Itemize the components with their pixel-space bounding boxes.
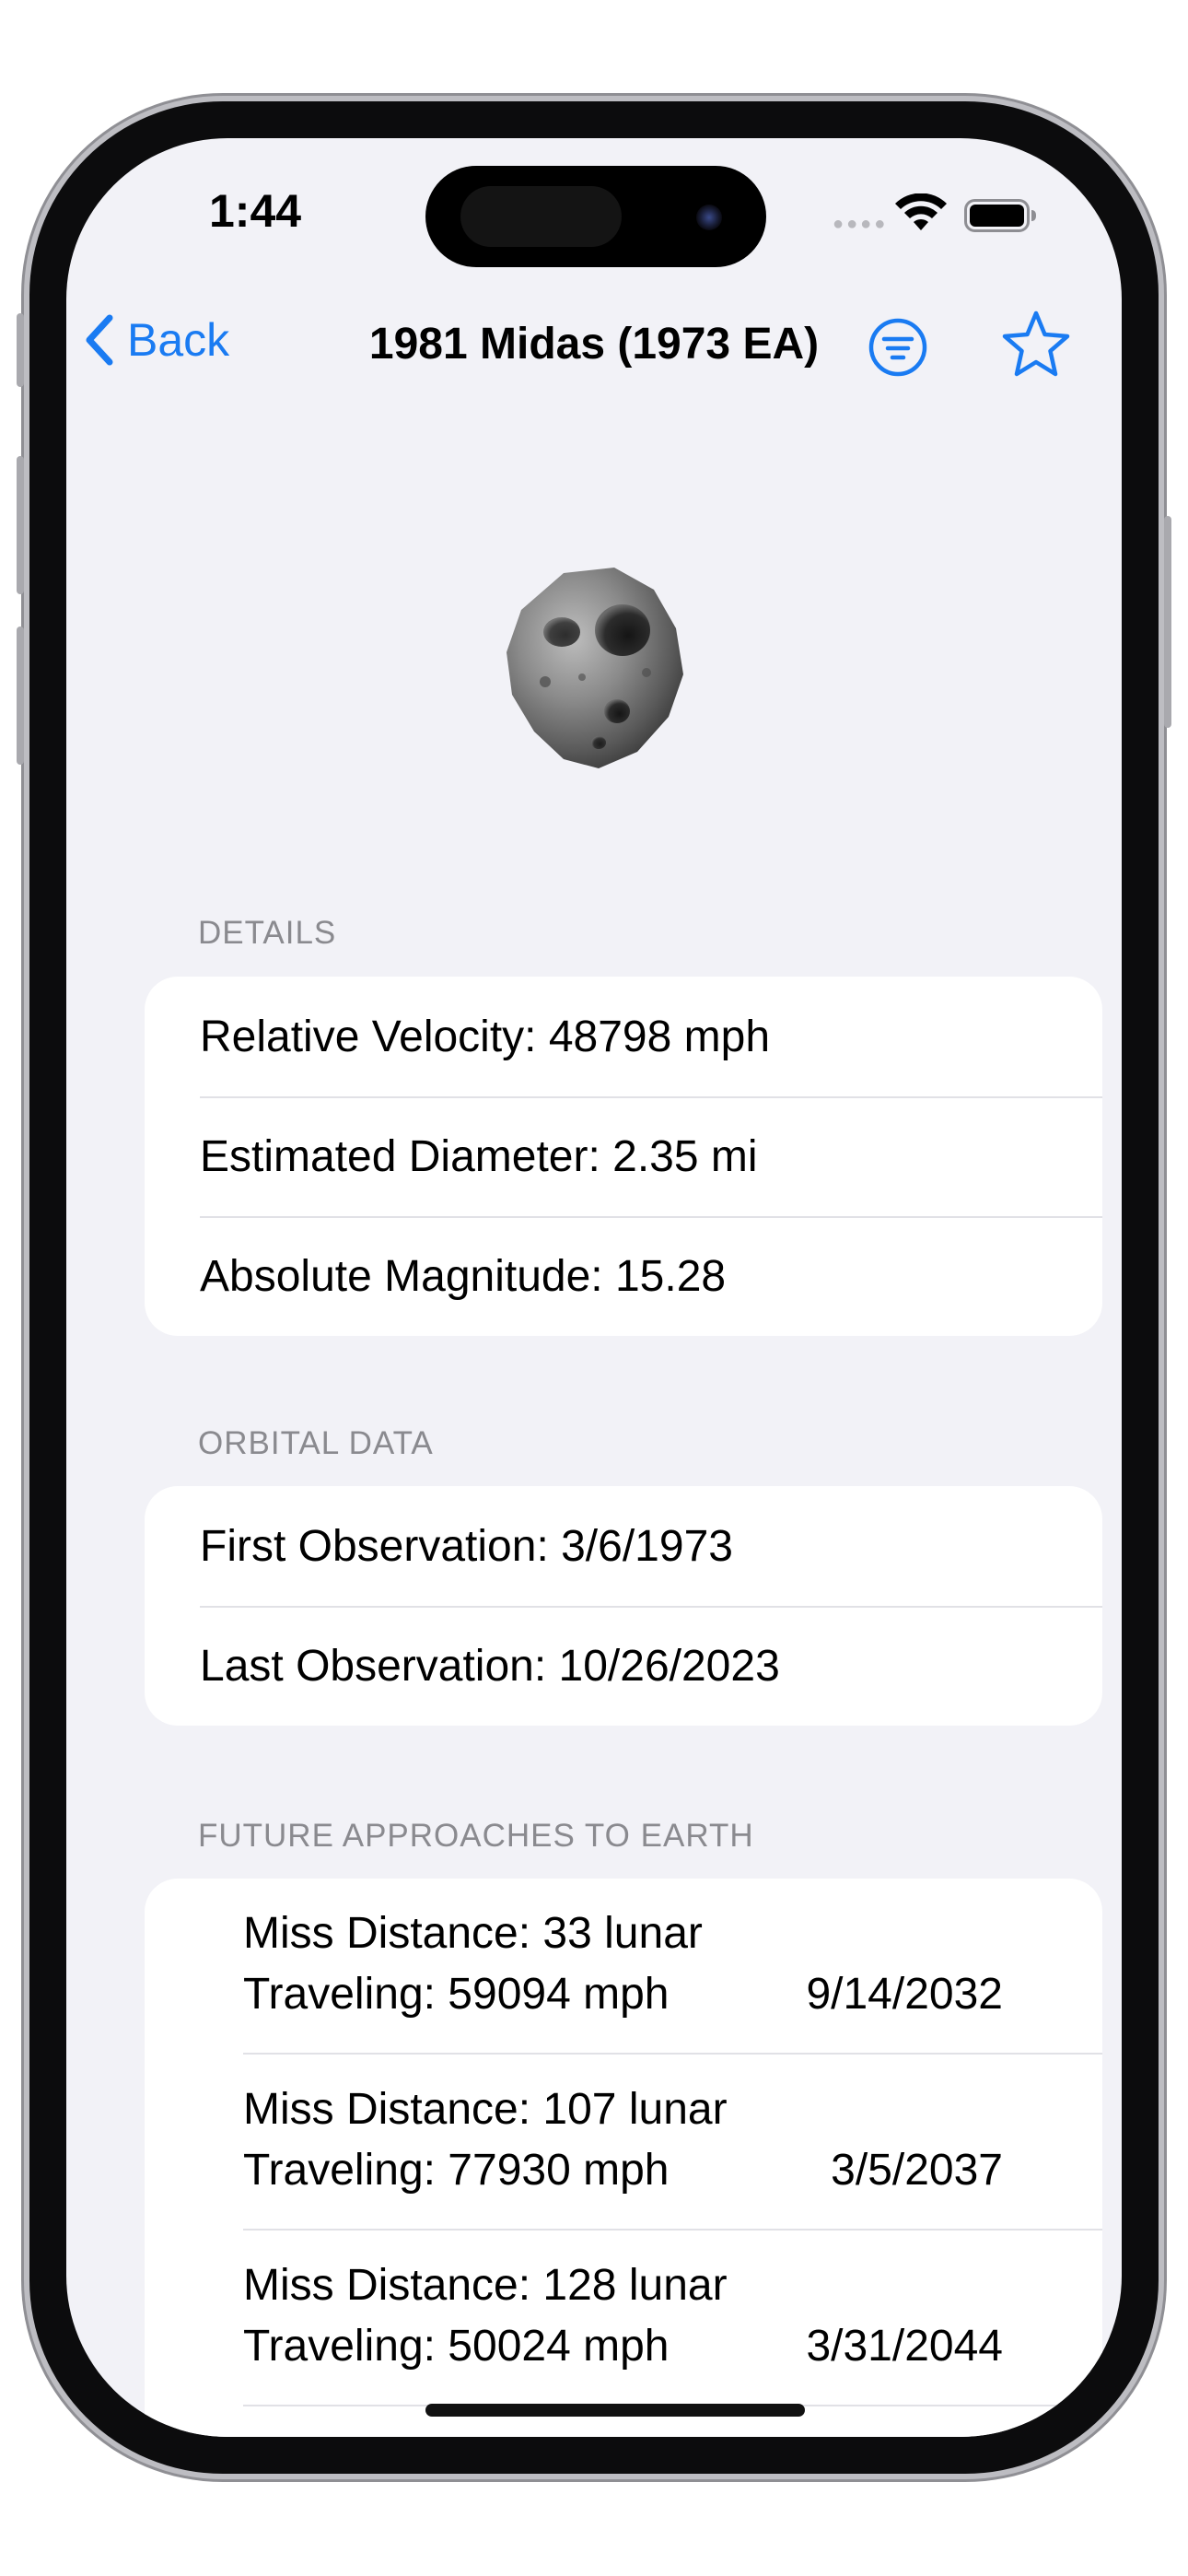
approach-miss-distance: Miss Distance: 33 lunar <box>243 1909 703 1958</box>
approach-list-item[interactable]: Miss Distance: 107 lunar Traveling: 7793… <box>145 2055 1102 2231</box>
detail-row-magnitude: Absolute Magnitude: 15.28 <box>145 1216 1102 1336</box>
approach-miss-distance: Miss Distance: 107 lunar <box>243 2085 728 2134</box>
filter-circle-icon[interactable] <box>868 317 928 378</box>
dynamic-island <box>425 166 766 267</box>
power-button <box>1164 516 1171 728</box>
home-indicator[interactable] <box>425 2404 805 2417</box>
approach-date: 3/5/2037 <box>831 2146 1003 2195</box>
orbital-row-last-observation: Last Observation: 10/26/2023 <box>145 1606 1102 1726</box>
action-button <box>17 313 24 387</box>
orbital-data-group: First Observation: 3/6/1973 Last Observa… <box>145 1486 1102 1726</box>
orbital-data-header: ORBITAL DATA <box>198 1425 434 1461</box>
phone-frame: 1:44 ●●●● Back 1981 Midas (1973 EA) DETA… <box>17 101 1171 2474</box>
approach-speed: Traveling: 59094 mph <box>243 1970 670 2019</box>
status-bar: 1:44 ●●●● <box>66 138 1122 286</box>
approach-speed: Traveling: 50024 mph <box>243 2322 670 2371</box>
details-group: Relative Velocity: 48798 mph Estimated D… <box>145 977 1102 1336</box>
battery-full-icon <box>964 199 1036 232</box>
details-header: DETAILS <box>198 915 337 951</box>
star-outline-icon[interactable] <box>1001 310 1071 378</box>
approach-speed: Traveling: 77930 mph <box>243 2146 670 2195</box>
approach-date: 3/31/2044 <box>806 2322 1003 2371</box>
asteroid-3d-model[interactable] <box>499 562 693 774</box>
orbital-row-first-observation: First Observation: 3/6/1973 <box>200 1521 733 1571</box>
detail-row-diameter: Estimated Diameter: 2.35 mi <box>145 1096 1102 1216</box>
approach-date: 9/14/2032 <box>806 1970 1003 2019</box>
approach-list-item[interactable]: Miss Distance: 33 lunar Traveling: 59094… <box>145 1879 1102 2055</box>
volume-down-button <box>17 626 24 765</box>
volume-up-button <box>17 456 24 594</box>
approaches-header: FUTURE APPROACHES TO EARTH <box>198 1818 754 1854</box>
island-sensor <box>460 186 622 247</box>
approaches-group: Miss Distance: 33 lunar Traveling: 59094… <box>145 1879 1102 2437</box>
navigation-bar: Back 1981 Midas (1973 EA) <box>66 286 1122 405</box>
screen: 1:44 ●●●● Back 1981 Midas (1973 EA) DETA… <box>66 138 1122 2437</box>
page-title: 1981 Midas (1973 EA) <box>368 320 820 369</box>
approach-miss-distance: Miss Distance: 128 lunar <box>243 2261 728 2310</box>
approach-list-item[interactable]: Miss Distance: 128 lunar Traveling: 5002… <box>145 2231 1102 2406</box>
cellular-dots-icon: ●●●● <box>833 214 889 234</box>
status-time: 1:44 <box>209 185 302 237</box>
front-camera-icon <box>696 205 722 230</box>
wifi-icon <box>895 193 947 230</box>
detail-row-velocity: Relative Velocity: 48798 mph <box>200 1012 771 1061</box>
